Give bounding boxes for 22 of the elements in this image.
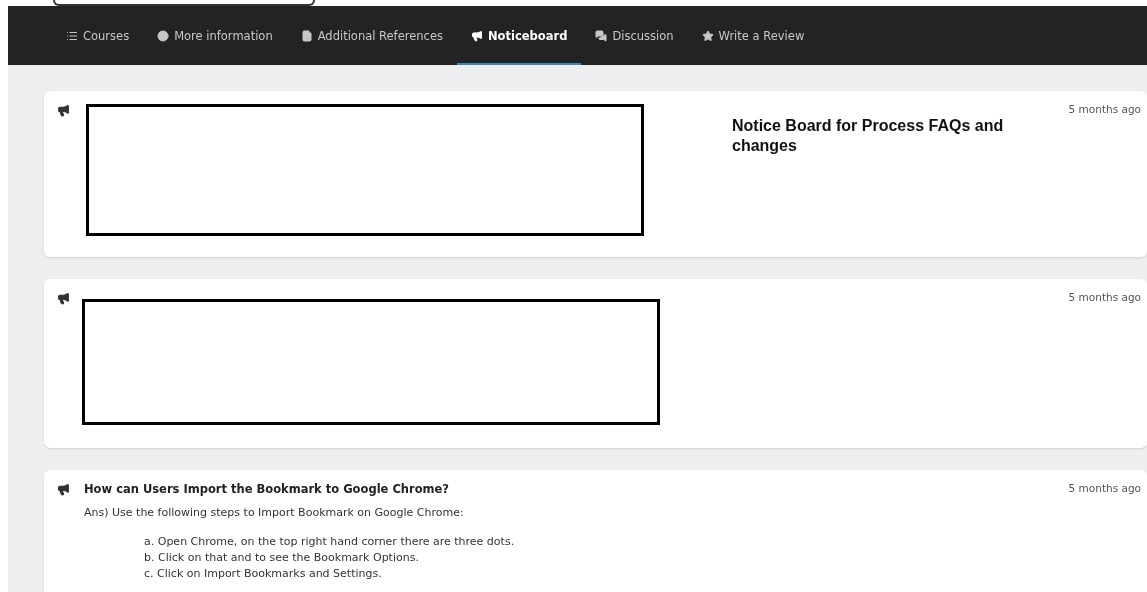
answer-text: Ans) Use the following steps to Import Bookmark on Google Chrome: [84, 506, 465, 519]
megaphone-icon [57, 292, 70, 305]
nav-tab[interactable]: Courses [52, 6, 144, 65]
nav-tab[interactable]: More information [143, 6, 287, 65]
notice-time: 5 months ago [1068, 291, 1141, 305]
chat-icon [595, 29, 608, 42]
megaphone-icon [471, 29, 483, 42]
list-icon [66, 29, 78, 42]
step-text: b. Click on that and to see the Bookmark Options. [144, 551, 420, 564]
notice-time: 5 months ago [1068, 482, 1141, 496]
input-field[interactable] [53, 0, 315, 6]
notice-time: 5 months ago [1068, 103, 1141, 117]
megaphone-icon [57, 104, 70, 117]
nav-tab[interactable]: Discussion [581, 6, 688, 65]
star-icon [701, 29, 714, 42]
nav-tab[interactable]: Additional References [286, 6, 457, 65]
step-text: c. Click on Import Bookmarks and Settings. [144, 567, 383, 580]
notice-heading: Notice Board for Process FAQs and changes [732, 116, 1005, 156]
notice-title: How can Users Import the Bookmark to Google Chrome? [84, 482, 451, 496]
step-text: a. Open Chrome, on the top right hand corner there are three dots. [144, 535, 516, 548]
megaphone-icon [57, 483, 70, 496]
nav-tab[interactable]: Write a Review [687, 6, 819, 65]
